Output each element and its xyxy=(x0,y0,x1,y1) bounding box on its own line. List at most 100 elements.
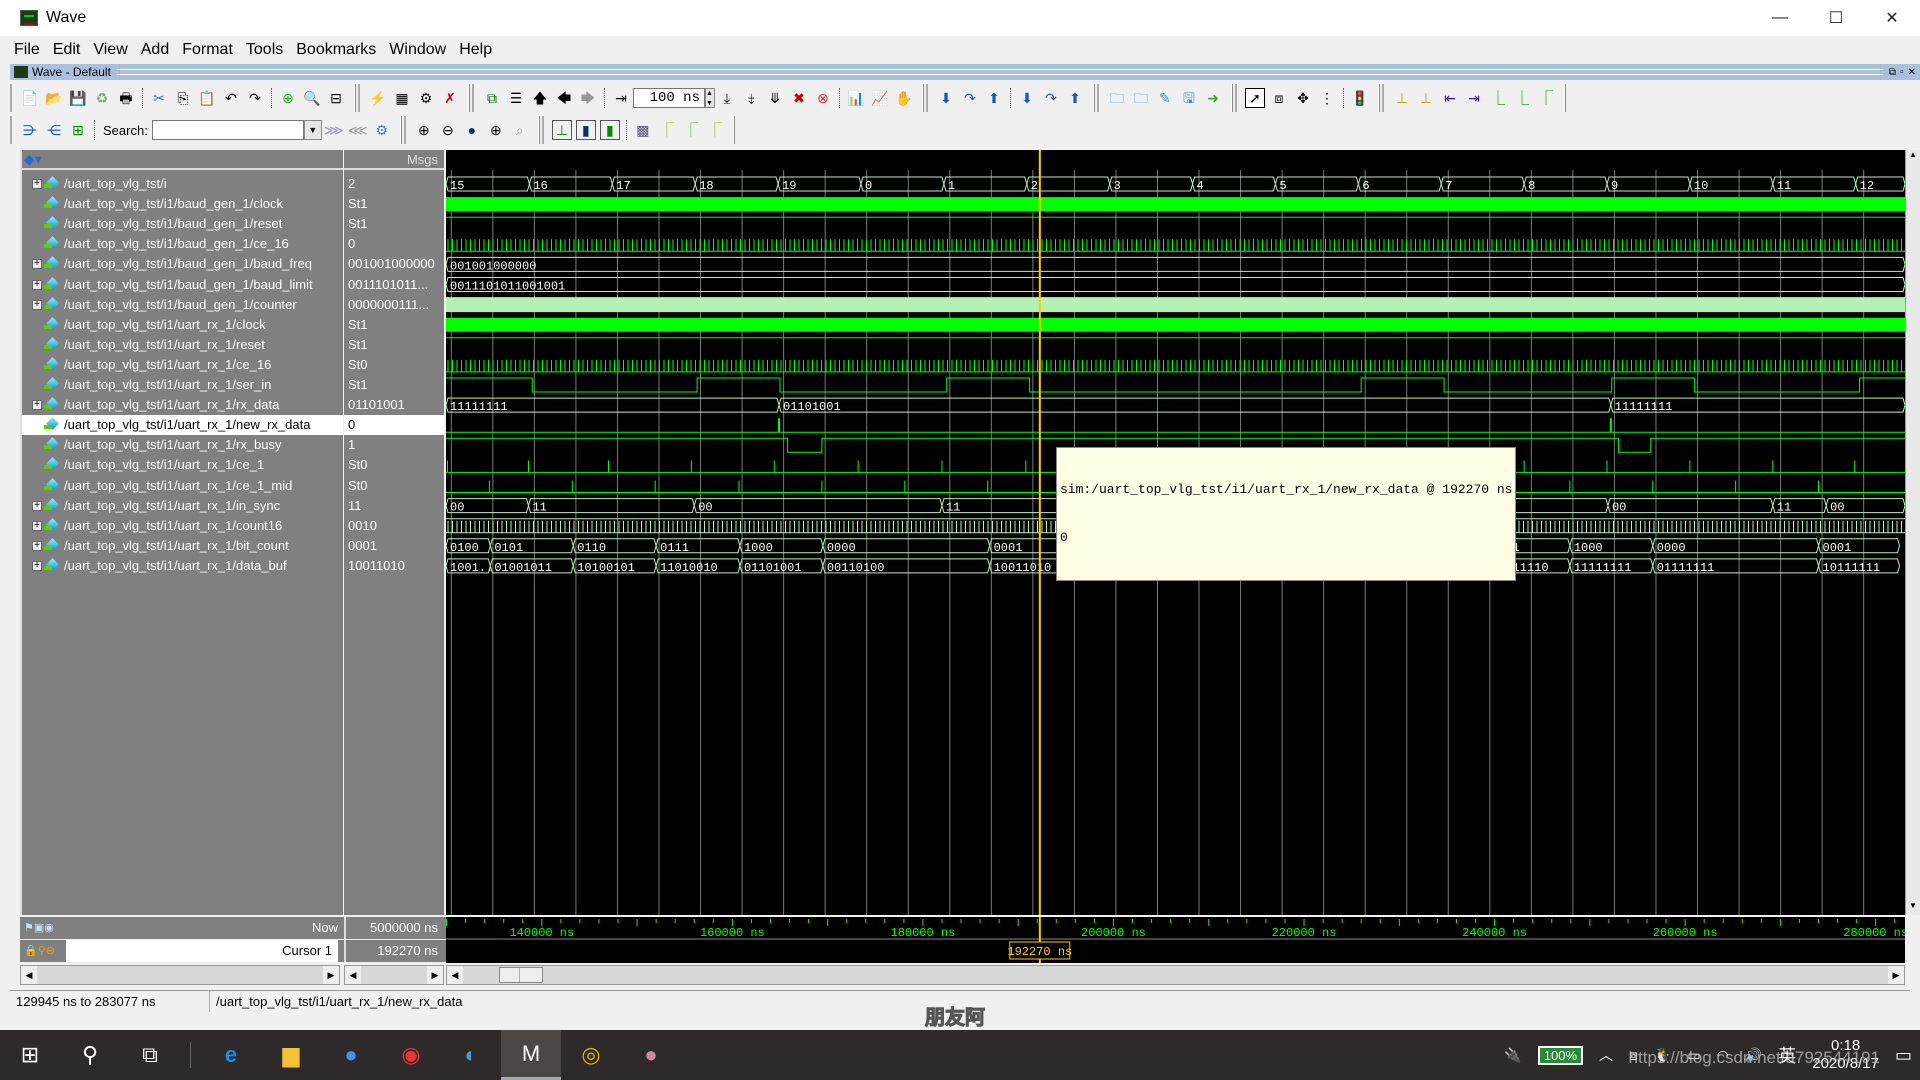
zoom-mode-icon[interactable]: ⧈ xyxy=(1269,88,1289,108)
subwindow-close-icon[interactable]: ✕ xyxy=(1908,67,1916,78)
break-sim-icon[interactable]: ✖ xyxy=(789,88,809,108)
avatar-app-icon[interactable]: ● xyxy=(621,1030,681,1080)
wave-format-1-icon[interactable]: ⊥ xyxy=(551,120,572,140)
netease-music-icon[interactable]: ◉ xyxy=(381,1030,441,1080)
now-icons[interactable]: ⚑▣◉ xyxy=(24,917,54,939)
signal-value[interactable]: St1 xyxy=(344,375,444,395)
search-backward-icon[interactable]: ⋙ xyxy=(324,120,344,140)
menu-help[interactable]: Help xyxy=(459,41,492,59)
undo-icon[interactable]: ↶ xyxy=(221,88,241,108)
menu-window[interactable]: Window xyxy=(389,41,446,59)
zoom-cursor-icon[interactable]: ⊕ xyxy=(486,120,506,140)
redo-icon[interactable]: ↷ xyxy=(245,88,265,108)
new-file-icon[interactable]: 📄 xyxy=(20,88,40,108)
signal-value[interactable]: St0 xyxy=(344,355,444,375)
paste-icon[interactable]: 📋 xyxy=(197,88,217,108)
step-over-icon[interactable]: ↷ xyxy=(960,88,980,108)
tray-expand-icon[interactable]: ︿ xyxy=(1599,1045,1613,1065)
signal-name-row[interactable]: + /uart_top_vlg_tst/i1/uart_rx_1/in_sync xyxy=(22,496,343,516)
float-icon[interactable]: ▫ xyxy=(1900,67,1904,78)
reload-icon[interactable]: ♻ xyxy=(92,88,112,108)
prev-edge-icon[interactable]: ⇤ xyxy=(1440,88,1460,108)
time-ruler[interactable]: 140000 ns 160000 ns 180000 ns 200000 ns 2200… xyxy=(446,917,1905,963)
signal-name-row[interactable]: /uart_top_vlg_tst/i1/uart_rx_1/ce_1 xyxy=(22,455,343,475)
browser-icon[interactable]: ◐ xyxy=(441,1030,501,1080)
scroll-right-arrow[interactable]: ▶ xyxy=(1888,966,1904,984)
notification-icon[interactable]: ▭ xyxy=(1895,1045,1912,1066)
wave-pattern-icon[interactable]: ▩ xyxy=(633,120,653,140)
signal-value[interactable]: 0011101011... xyxy=(344,275,444,295)
menu-edit[interactable]: Edit xyxy=(53,41,81,59)
scroll-down-arrow[interactable]: ▼ xyxy=(1906,901,1920,915)
insert-cursor-icon[interactable]: ⊥ xyxy=(1392,88,1412,108)
values-hscroll[interactable]: ◀ ▶ xyxy=(344,965,444,985)
signal-value[interactable]: 11 xyxy=(344,496,444,516)
drag-handle[interactable] xyxy=(116,69,1883,75)
list-icon[interactable]: ☰ xyxy=(506,88,526,108)
goto-bookmark-icon[interactable]: ➜ xyxy=(1203,88,1223,108)
signal-name-row[interactable]: /uart_top_vlg_tst/i1/uart_rx_1/rx_busy xyxy=(22,435,343,455)
edit-mode-icon[interactable]: ⋮ xyxy=(1317,88,1337,108)
wave-hscroll-thumb[interactable] xyxy=(499,967,543,983)
collapse-tree-icon[interactable]: ⊟ xyxy=(326,88,346,108)
wave-format-3-icon[interactable]: ▮ xyxy=(599,120,620,140)
expand-icon[interactable]: + xyxy=(32,179,42,189)
signal-value[interactable]: St1 xyxy=(344,315,444,335)
menu-view[interactable]: View xyxy=(93,41,127,59)
run-icon[interactable]: ⤓ xyxy=(717,88,737,108)
step-all-icon[interactable]: ⬇ xyxy=(1017,88,1037,108)
stoplight-icon[interactable]: 🚦 xyxy=(1350,88,1370,108)
battery-indicator[interactable]: 100% xyxy=(1537,1045,1584,1065)
simulate-icon[interactable]: ⚙ xyxy=(416,88,436,108)
zoom-in-icon[interactable]: ⊕ xyxy=(414,120,434,140)
save-bookmark-icon[interactable]: 🖫 xyxy=(1179,88,1199,108)
signal-name-row[interactable]: /uart_top_vlg_tst/i1/uart_rx_1/ce_16 xyxy=(22,355,343,375)
signal-name-row[interactable]: /uart_top_vlg_tst/i1/baud_gen_1/reset xyxy=(22,214,343,234)
up-arrow-icon[interactable]: 🡅 xyxy=(530,88,550,108)
add-divider-icon[interactable]: ⊞ xyxy=(68,120,88,140)
wave-options-icon[interactable]: ◆▾ xyxy=(24,151,42,168)
minimize-button[interactable]: — xyxy=(1752,0,1808,36)
delete-cursor-icon[interactable]: ⊥ xyxy=(1416,88,1436,108)
signal-value[interactable]: 0 xyxy=(344,234,444,254)
signal-value[interactable]: St1 xyxy=(344,214,444,234)
zoom-out-icon[interactable]: ⊖ xyxy=(438,120,458,140)
expand-icon[interactable]: + xyxy=(32,560,42,571)
signal-name-row[interactable]: /uart_top_vlg_tst/i1/uart_rx_1/reset xyxy=(22,335,343,355)
next-rising-icon[interactable]: ⎾ xyxy=(1536,88,1556,108)
wave-edge-1-icon[interactable]: ⎾ xyxy=(657,120,677,140)
signal-value[interactable]: 0010 xyxy=(344,516,444,536)
expand-icon[interactable]: + xyxy=(32,500,42,511)
search-forward-icon[interactable]: ⋘ xyxy=(348,120,368,140)
signal-value[interactable]: St1 xyxy=(344,194,444,214)
expand-icon[interactable]: + xyxy=(32,299,42,310)
continue-icon[interactable]: ⤈ xyxy=(741,88,761,108)
wave-edge-3-icon[interactable]: ⎾ xyxy=(705,120,725,140)
windows-start-icon[interactable]: ⊞ xyxy=(0,1030,60,1080)
expand-icon[interactable]: + xyxy=(32,520,42,531)
step-over-all-icon[interactable]: ↷ xyxy=(1041,88,1061,108)
lark-icon[interactable]: ● xyxy=(321,1030,381,1080)
signal-name-row[interactable]: /uart_top_vlg_tst/i1/uart_rx_1/ce_1_mid xyxy=(22,476,343,496)
signal-value[interactable]: 0001 xyxy=(344,536,444,556)
signal-name-row[interactable]: /uart_top_vlg_tst/i1/uart_rx_1/clock xyxy=(22,315,343,335)
signal-name-row[interactable]: + /uart_top_vlg_tst/i1/baud_gen_1/baud_li… xyxy=(22,275,343,295)
search-input[interactable] xyxy=(151,120,304,140)
signal-name-row[interactable]: + /uart_top_vlg_tst/i xyxy=(22,174,343,194)
hand-icon[interactable]: ✋ xyxy=(894,88,914,108)
select-mode-icon[interactable]: ➚ xyxy=(1245,88,1265,108)
copy-icon[interactable]: ⎘ xyxy=(173,88,193,108)
step-out-all-icon[interactable]: ⬆ xyxy=(1065,88,1085,108)
signal-value[interactable]: 2 xyxy=(344,174,444,194)
run-length-input[interactable]: 100 ns xyxy=(633,88,705,108)
chrome-icon[interactable]: ◎ xyxy=(561,1030,621,1080)
signal-value[interactable]: 001001000000 xyxy=(344,254,444,274)
add-bookmark-icon[interactable]: 🗀 xyxy=(1107,88,1127,108)
compile-icon[interactable]: ▦ xyxy=(392,88,412,108)
cut-icon[interactable]: ✂ xyxy=(149,88,169,108)
performance-icon[interactable]: 📊 xyxy=(846,88,866,108)
collapse-time-icon[interactable]: ⋲ xyxy=(44,120,64,140)
waveform-pane[interactable]: 15 16 17 18 19 0 1 2 3 4 5 6 7 8 9 10 11 12 001001000000 00… xyxy=(446,150,1905,915)
expand-icon[interactable]: + xyxy=(32,259,42,270)
menu-add[interactable]: Add xyxy=(141,41,169,59)
